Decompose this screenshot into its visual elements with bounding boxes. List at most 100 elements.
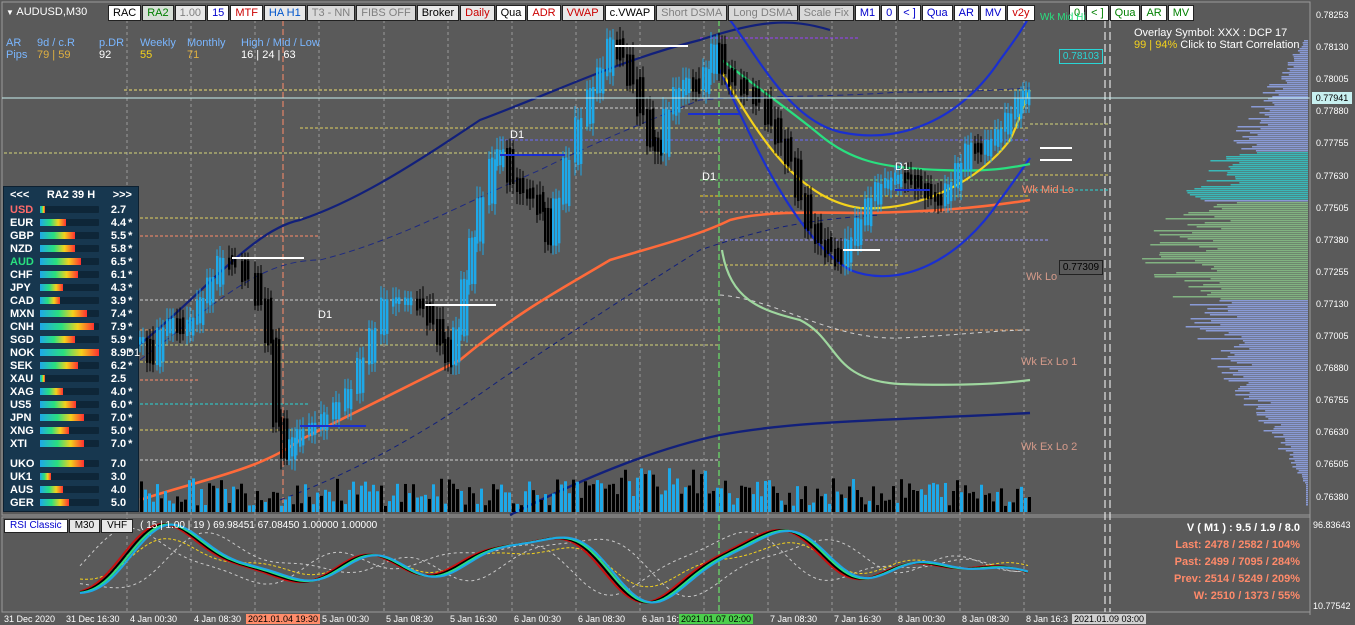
strength-row[interactable]: CNH 7.9 * (4, 320, 138, 333)
strength-next-button[interactable]: >>> (113, 189, 132, 201)
strength-row[interactable]: EUR 4.4 * (4, 216, 138, 229)
price-tick: 0.76755 (1316, 395, 1349, 406)
d1-label-4: D1 (895, 161, 910, 173)
price-tick: 0.77630 (1316, 170, 1349, 181)
strength-bar (39, 362, 99, 369)
price-tick: 0.76630 (1316, 427, 1349, 438)
toolbar-button-2[interactable]: 1.00 (174, 5, 207, 21)
toolbar-button-6[interactable]: T3 - NN (306, 5, 356, 21)
toolbar-button-9[interactable]: Daily (460, 5, 495, 21)
strength-star: * (128, 281, 133, 294)
strength-currency: XNG (10, 424, 34, 437)
toolbar-button-7[interactable]: FIBS OFF (356, 5, 416, 21)
strength-star: * (128, 307, 133, 320)
strength-row[interactable]: GER 5.0 (4, 496, 138, 509)
rsi-classic-button[interactable]: RSI Classic (4, 519, 68, 533)
rsi-vhf-button[interactable]: VHF (101, 519, 134, 533)
price-tick: 0.77880 (1316, 106, 1349, 117)
time-tick: 7 Jan 16:30 (834, 614, 882, 624)
toolbar-button-22[interactable]: MV (979, 5, 1007, 21)
time-tick: 8 Jan 08:30 (962, 614, 1010, 624)
dropdown-triangle-icon[interactable]: ▼ (6, 8, 14, 17)
toolbar-button-12[interactable]: VWAP (561, 5, 604, 21)
strength-currency: SEK (10, 359, 33, 372)
strength-row[interactable]: AUS 4.0 (4, 483, 138, 496)
strength-row[interactable]: USD 2.7 (4, 203, 138, 216)
overlay-info: Overlay Symbol: XXX : DCP 17 99 | 94% Cl… (1134, 27, 1300, 51)
toolbar-button-20[interactable]: Qua (921, 5, 953, 21)
toolbar-button-3[interactable]: 15 (207, 5, 230, 21)
strength-row[interactable]: CHF 6.1 * (4, 268, 138, 281)
strength-value: 3.9 (110, 294, 127, 307)
strength-value: 7.0 (110, 411, 127, 424)
ar-pdr-value: 92 (99, 49, 112, 61)
toolbar-button-10[interactable]: Qua (495, 5, 527, 21)
strength-row[interactable]: XAU 2.5 (4, 372, 138, 385)
price-box-1: 0.78103 (1059, 49, 1103, 64)
strength-row[interactable]: JPY 4.3 * (4, 281, 138, 294)
strength-row[interactable]: MXN 7.4 * (4, 307, 138, 320)
ar-hml-value: 16 | 24 | 63 (241, 49, 296, 61)
toolbar-button-1[interactable]: RA2 (142, 5, 174, 21)
toolbar-button-19[interactable]: < ] (898, 5, 921, 21)
strength-row[interactable]: NOK 8.9 * (4, 346, 138, 359)
toolbar2-button-3[interactable]: AR (1141, 5, 1167, 21)
toolbar-button-4[interactable]: MTF (230, 5, 263, 21)
toolbar2-button-4[interactable]: MV (1167, 5, 1195, 21)
strength-value: 4.0 (110, 385, 127, 398)
ar-header-weekly: Weekly (140, 37, 176, 49)
strength-row[interactable]: CAD 3.9 * (4, 294, 138, 307)
strength-row[interactable]: XAG 4.0 * (4, 385, 138, 398)
strength-bar (39, 460, 99, 467)
toolbar-button-21[interactable]: AR (953, 5, 979, 21)
toolbar-button-11[interactable]: ADR (527, 5, 561, 21)
overlay-correlation-action: Click to Start Correlation (1177, 39, 1300, 51)
toolbar-button-23[interactable]: v2y (1007, 5, 1035, 21)
strength-value: 6.5 (110, 255, 127, 268)
toolbar-button-13[interactable]: c.VWAP (604, 5, 656, 21)
strength-row[interactable]: UK1 3.0 (4, 470, 138, 483)
strength-value: 5.5 (110, 229, 127, 242)
toolbar-button-17[interactable]: M1 (854, 5, 881, 21)
strength-row[interactable]: AUD 6.5 * (4, 255, 138, 268)
strength-row[interactable]: SGD 5.9 * (4, 333, 138, 346)
strength-row[interactable]: SEK 6.2 * (4, 359, 138, 372)
strength-row[interactable]: UKO 7.0 (4, 457, 138, 470)
strength-row[interactable]: US5 6.0 * (4, 398, 138, 411)
strength-star: * (128, 411, 133, 424)
strength-bar (39, 388, 99, 395)
toolbar-button-0[interactable]: RAC (108, 5, 142, 21)
wk-ex-lo-2-label: Wk Ex Lo 2 (1021, 441, 1078, 453)
toolbar-button-18[interactable]: 0 (881, 5, 898, 21)
d1-label-3: D1 (702, 171, 717, 183)
strength-row[interactable]: JPN 7.0 * (4, 411, 138, 424)
toolbar-button-14[interactable]: Short DSMA (656, 5, 728, 21)
strength-star: * (128, 242, 133, 255)
strength-row[interactable]: XTI 7.0 * (4, 437, 138, 450)
toolbar-button-8[interactable]: Broker (416, 5, 460, 21)
d1-label-5: D1 (126, 347, 141, 359)
strength-row[interactable]: XNG 5.0 * (4, 424, 138, 437)
strength-star: * (128, 385, 133, 398)
strength-value: 4.4 (110, 216, 127, 229)
strength-bar (39, 336, 99, 343)
strength-currency: AUS (10, 483, 34, 496)
toolbar-button-16[interactable]: Scale Fix (798, 5, 854, 21)
rsi-m30-button[interactable]: M30 (68, 519, 101, 533)
toolbar-button-15[interactable]: Long DSMA (728, 5, 798, 21)
strength-row[interactable]: GBP 5.5 * (4, 229, 138, 242)
strength-row[interactable]: NZD 5.8 * (4, 242, 138, 255)
price-tick: 0.76505 (1316, 459, 1349, 470)
ar-header-9d: 9d / c.R (37, 37, 75, 49)
strength-prev-button[interactable]: <<< (10, 189, 29, 201)
strength-bar (39, 414, 99, 421)
overlay-correlation[interactable]: 99 | 94% Click to Start Correlation (1134, 39, 1300, 51)
toolbar2-button-1[interactable]: < ] (1086, 5, 1109, 21)
ar-header-row: AR 9d / c.R p.DR Weekly Monthly High / M… (6, 37, 320, 49)
strength-value: 5.8 (110, 242, 127, 255)
toolbar-button-5[interactable]: HA H1 (263, 5, 306, 21)
strength-bar (39, 375, 99, 382)
toolbar2-button-2[interactable]: Qua (1109, 5, 1141, 21)
strength-bar (39, 245, 99, 252)
time-tick: 4 Jan 00:30 (130, 614, 178, 624)
